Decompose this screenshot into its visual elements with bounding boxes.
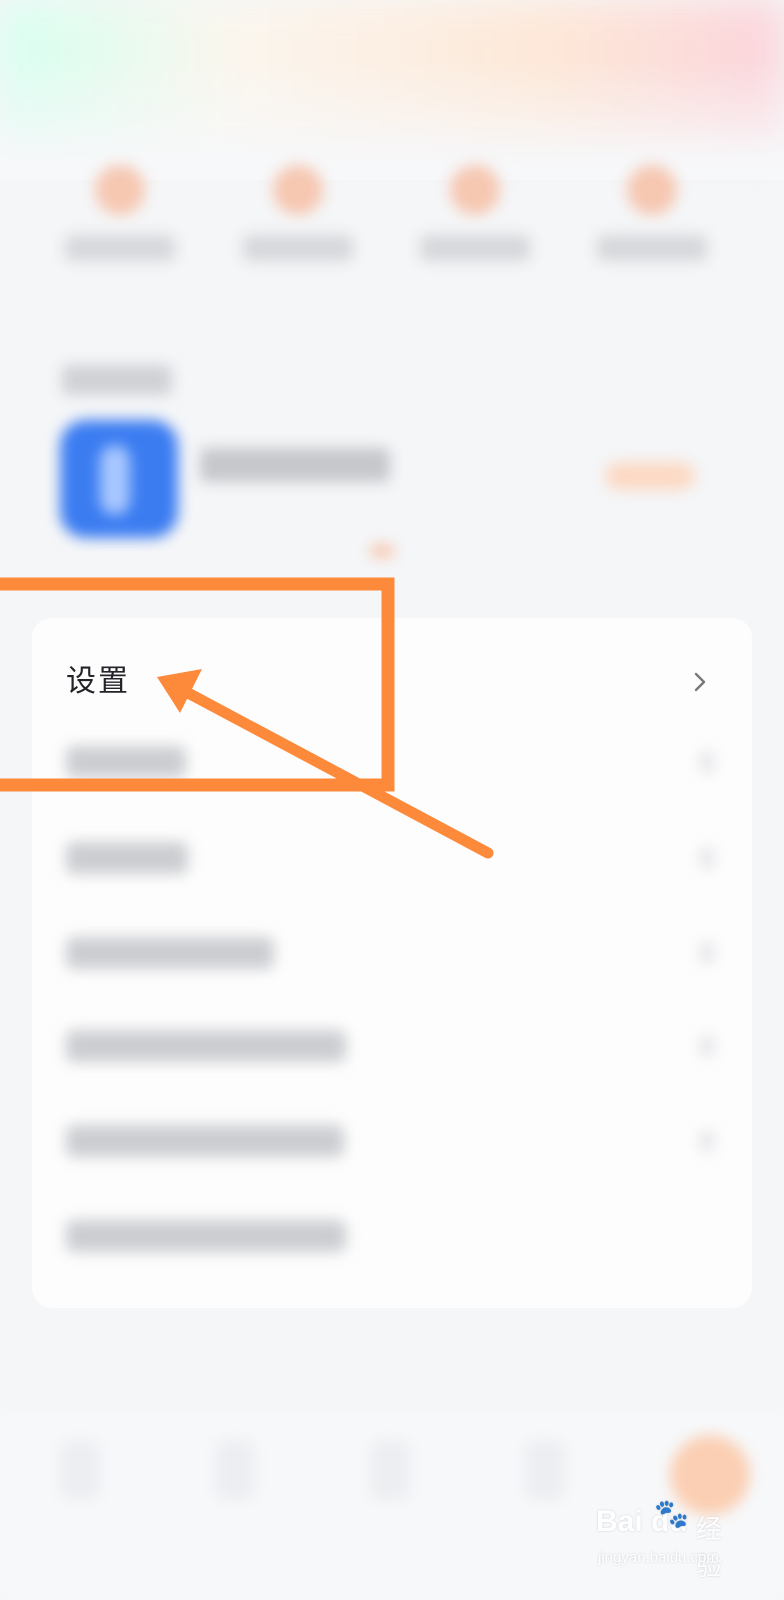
quick-action-4-label <box>597 235 707 261</box>
app-indicator-dot <box>370 545 394 557</box>
quick-action-3[interactable] <box>405 150 545 280</box>
menu-item-3-chevron-icon <box>700 848 714 868</box>
app-icon-glyph <box>100 445 130 515</box>
quick-action-2[interactable] <box>228 150 368 280</box>
app-name <box>200 448 390 482</box>
menu-item-2[interactable] <box>66 746 186 778</box>
quick-action-3-label <box>420 235 530 261</box>
menu-item-6-chevron-icon <box>700 1131 714 1151</box>
menu-item-7[interactable] <box>66 1220 346 1252</box>
nav-tab-3[interactable] <box>370 1440 410 1500</box>
settings-menu-item[interactable]: 设置 <box>32 636 752 728</box>
nav-tab-4[interactable] <box>525 1440 565 1500</box>
quick-action-3-icon <box>450 165 500 215</box>
quick-actions-row <box>0 150 784 280</box>
app-action-button[interactable] <box>605 462 695 490</box>
menu-item-4-chevron-icon <box>700 943 714 963</box>
baidu-paw-icon: 🐾 <box>654 1497 689 1530</box>
menu-item-3[interactable] <box>66 842 188 874</box>
nav-tab-2[interactable] <box>215 1440 255 1500</box>
chevron-right-icon <box>694 672 706 692</box>
quick-action-2-label <box>243 235 353 261</box>
baidu-watermark: Bai du 🐾 经验 jingyan.baidu.com <box>596 1497 746 1582</box>
watermark-url: jingyan.baidu.com <box>598 1549 719 1566</box>
menu-item-5-chevron-icon <box>700 1036 714 1056</box>
quick-action-1[interactable] <box>50 150 190 280</box>
watermark-product: 经验 <box>696 1515 723 1582</box>
quick-action-4[interactable] <box>582 150 722 280</box>
menu-item-4[interactable] <box>66 937 274 969</box>
quick-action-2-icon <box>273 165 323 215</box>
quick-action-1-icon <box>95 165 145 215</box>
settings-label: 设置 <box>66 664 130 699</box>
section-title <box>62 365 172 395</box>
menu-item-6[interactable] <box>66 1125 344 1157</box>
nav-tab-1[interactable] <box>60 1440 100 1500</box>
menu-item-5[interactable] <box>66 1030 346 1062</box>
menu-item-2-chevron-icon <box>700 752 714 772</box>
quick-action-4-icon <box>627 165 677 215</box>
quick-action-1-label <box>65 235 175 261</box>
